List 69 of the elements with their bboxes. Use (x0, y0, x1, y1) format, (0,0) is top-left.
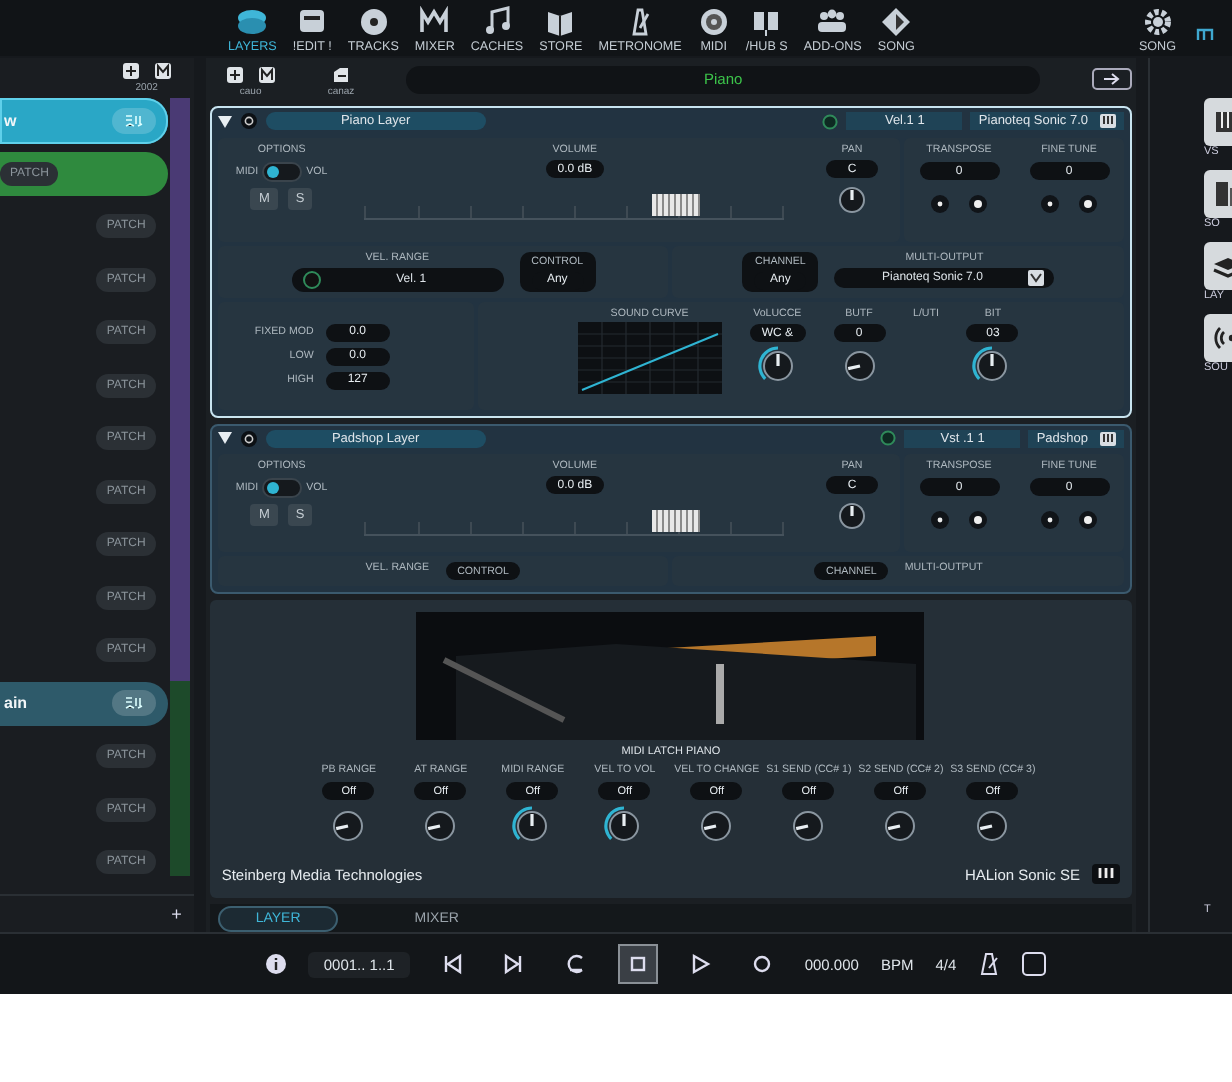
mixer-icon (418, 6, 451, 38)
power-icon[interactable] (239, 112, 258, 130)
next-icon (502, 952, 527, 976)
down-button-icon[interactable] (930, 510, 950, 531)
power-icon[interactable] (239, 429, 258, 448)
midi-icon (697, 6, 730, 38)
keyboard-icon[interactable] (1100, 114, 1116, 128)
metronome-icon[interactable] (978, 952, 1001, 976)
track-name: w (2, 111, 17, 130)
up-button-icon[interactable] (968, 510, 988, 531)
hub-icon (750, 6, 783, 38)
document-icon[interactable] (332, 65, 350, 83)
link-icon[interactable] (1196, 26, 1216, 42)
down-button-icon[interactable] (930, 194, 950, 214)
knob[interactable] (512, 806, 553, 846)
previous-icon (440, 952, 465, 976)
knob[interactable] (696, 806, 737, 846)
dropdown-icon[interactable] (1028, 270, 1045, 286)
track-row[interactable]: ain (0, 681, 168, 726)
book-icon (544, 6, 577, 38)
knob[interactable] (604, 806, 645, 846)
status-dot-icon (822, 113, 839, 129)
up-button-icon[interactable] (1078, 194, 1098, 214)
toggle-switch[interactable] (262, 162, 303, 182)
expand-icon[interactable] (217, 115, 232, 127)
curve-graph[interactable] (577, 322, 722, 394)
square-button-icon[interactable] (1022, 952, 1047, 976)
expand-icon[interactable] (217, 432, 232, 445)
box-icon (296, 6, 329, 38)
note-icon (481, 6, 513, 38)
down-button-icon[interactable] (1040, 510, 1060, 531)
settings-icon (1141, 6, 1174, 38)
knob[interactable] (328, 806, 369, 846)
play-icon (688, 952, 713, 976)
toggle-switch[interactable] (262, 478, 303, 499)
status-dot-icon (301, 270, 322, 290)
folder-icon[interactable] (257, 65, 276, 83)
knob[interactable] (972, 346, 1013, 386)
info-icon[interactable] (265, 954, 286, 974)
down-button-icon[interactable] (1040, 194, 1060, 214)
fader-handle[interactable] (651, 510, 700, 533)
disc-icon (357, 6, 390, 38)
record-icon (750, 952, 775, 976)
stop-button[interactable] (618, 944, 659, 984)
diamond-icon (880, 6, 913, 38)
pan-knob[interactable] (834, 182, 870, 218)
knob[interactable] (757, 346, 798, 386)
knob[interactable] (839, 346, 879, 386)
add-button[interactable]: + (171, 904, 182, 924)
up-button-icon[interactable] (968, 194, 988, 214)
knob[interactable] (420, 806, 461, 846)
arrow-button-icon[interactable] (1092, 68, 1132, 90)
stop-icon (626, 952, 651, 976)
keyboard-icon[interactable] (1100, 431, 1116, 446)
status-dot-icon (880, 430, 897, 447)
knob[interactable] (788, 806, 829, 846)
channel-badge-icon[interactable] (111, 690, 156, 717)
folder-icon[interactable] (153, 62, 172, 80)
pan-knob[interactable] (834, 498, 870, 535)
fader-handle[interactable] (651, 194, 700, 216)
up-button-icon[interactable] (1078, 510, 1098, 531)
knob[interactable] (880, 806, 921, 846)
add-icon[interactable] (225, 65, 244, 83)
knob[interactable] (972, 806, 1013, 846)
track-name: ain (2, 694, 28, 713)
keyboard-icon[interactable] (1092, 864, 1120, 884)
users-icon (816, 6, 849, 38)
add-icon[interactable] (121, 62, 140, 80)
layers-icon (236, 6, 269, 38)
